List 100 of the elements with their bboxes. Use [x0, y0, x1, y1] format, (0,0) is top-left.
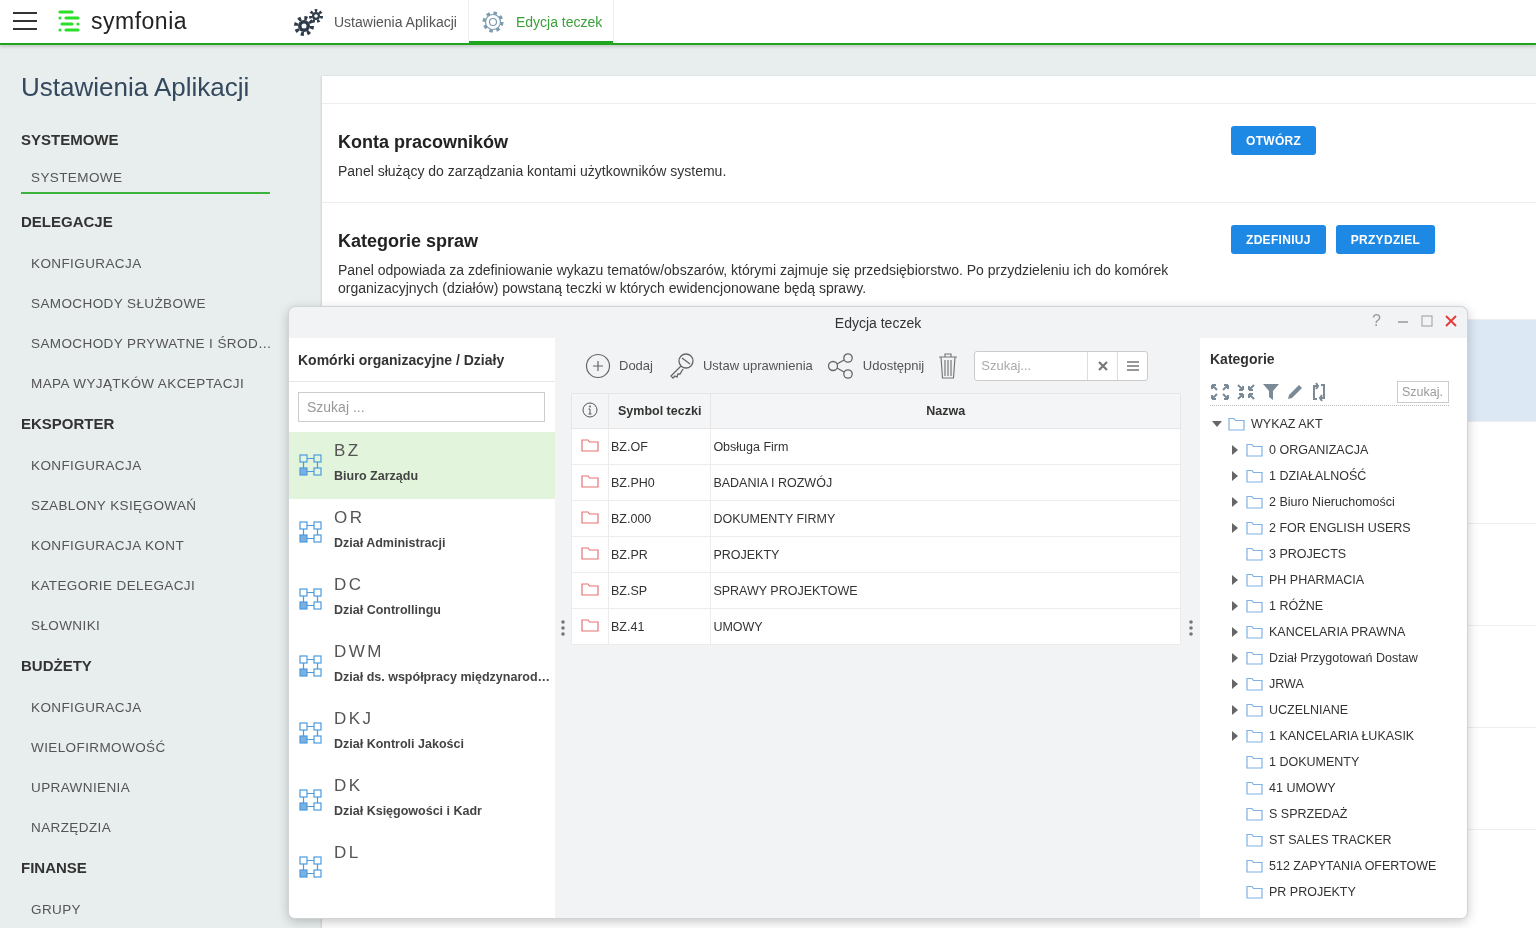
unit-name: Biuro Zarządu	[334, 469, 419, 483]
folder-icon	[1246, 469, 1263, 483]
sidebar-item[interactable]: SYSTEMOWE	[21, 161, 270, 194]
tree-item[interactable]: 1 DOKUMENTY	[1269, 755, 1360, 769]
tree-item[interactable]: 1 DZIAŁALNOŚĆ	[1269, 469, 1367, 483]
column-header[interactable]: Nazwa	[710, 393, 1181, 429]
close-icon[interactable]	[1445, 315, 1457, 327]
filter-icon[interactable]	[1262, 383, 1280, 401]
splitter-handle[interactable]	[561, 620, 565, 636]
caret-right-icon[interactable]	[1232, 471, 1238, 481]
tree-item[interactable]: 0 ORGANIZACJA	[1269, 443, 1369, 457]
sidebar-item[interactable]: SAMOCHODY PRYWATNE I ŚROD…	[21, 323, 270, 363]
folder-icon	[581, 474, 599, 488]
caret-right-icon[interactable]	[1232, 679, 1238, 689]
org-chart-icon	[299, 453, 323, 477]
folder-icon	[1246, 521, 1263, 535]
folder-icon	[1246, 833, 1263, 847]
folder-icon	[1246, 443, 1263, 457]
sidebar-item[interactable]: NARZĘDZIA	[21, 807, 270, 847]
org-chart-icon	[299, 587, 323, 611]
sidebar-item[interactable]: WIELOFIRMOWOŚĆ	[21, 727, 270, 767]
folder-icon	[581, 510, 599, 524]
tree-item[interactable]: JRWA	[1269, 677, 1304, 691]
panel-title: Kategorie	[1210, 351, 1275, 367]
search-field[interactable]: Szukaj...	[974, 350, 1149, 381]
sidebar-item[interactable]: SZABLONY KSIĘGOWAŃ	[21, 485, 270, 525]
tree-item[interactable]: Dział Przygotowań Dostaw	[1269, 651, 1418, 665]
unit-list-item[interactable]: BZ Biuro Zarządu	[289, 432, 555, 499]
table-cell: BZ.OF	[608, 428, 711, 465]
caret-right-icon[interactable]	[1232, 705, 1238, 715]
unit-code: DC	[334, 575, 365, 595]
unit-name: Dział Controllingu	[334, 603, 441, 617]
action-button[interactable]: ZDEFINIUJ	[1231, 225, 1326, 254]
sidebar-item[interactable]: MAPA WYJĄTKÓW AKCEPTACJI	[21, 363, 270, 403]
tree-item[interactable]: 2 FOR ENGLISH USERS	[1269, 521, 1411, 535]
tree-item[interactable]: 41 UMOWY	[1269, 781, 1336, 795]
tree-item[interactable]: KANCELARIA PRAWNA	[1269, 625, 1406, 639]
sidebar-item[interactable]: KONFIGURACJA	[21, 687, 270, 727]
folder-icon	[1246, 547, 1263, 561]
unit-name: Dział Księgowości i Kadr	[334, 804, 482, 818]
caret-right-icon[interactable]	[1232, 497, 1238, 507]
caret-right-icon[interactable]	[1232, 445, 1238, 455]
tree-item[interactable]: PH PHARMACIA	[1269, 573, 1365, 587]
collapse-icon[interactable]	[1236, 383, 1256, 401]
share-button[interactable]: Udostępnij	[824, 352, 927, 379]
unit-name: Dział ds. współpracy międzynarod…	[334, 670, 551, 684]
caret-right-icon[interactable]	[1232, 627, 1238, 637]
sidebar-item[interactable]: KATEGORIE DELEGACJI	[21, 565, 270, 605]
column-header[interactable]: Symbol teczki	[608, 393, 711, 429]
tree-item[interactable]: 1 KANCELARIA ŁUKASIK	[1269, 729, 1415, 743]
logo-icon	[57, 8, 81, 35]
org-chart-icon	[299, 520, 323, 544]
search-field[interactable]: Szukaj ...	[298, 392, 545, 422]
expand-icon[interactable]	[1210, 383, 1230, 401]
add-button[interactable]: Dodaj	[583, 352, 655, 379]
sidebar-group-label: BUDŻETY	[21, 657, 92, 675]
tree-item[interactable]: ST SALES TRACKER	[1269, 833, 1392, 847]
unit-code: BZ	[334, 441, 362, 461]
folder-icon	[581, 438, 599, 452]
table-cell: UMOWY	[710, 608, 1181, 645]
tree-item[interactable]: UCZELNIANE	[1269, 703, 1349, 717]
unit-code: DK	[334, 776, 364, 796]
sidebar-item[interactable]: UPRAWNIENIA	[21, 767, 270, 807]
tree-item[interactable]: WYKAZ AKT	[1251, 417, 1323, 431]
tree-item[interactable]: S SPRZEDAŻ	[1269, 807, 1348, 821]
tree-item[interactable]: PR PROJEKTY	[1269, 885, 1356, 899]
table-cell: BZ.41	[608, 608, 711, 645]
permissions-button[interactable]: Ustaw uprawnienia	[664, 351, 815, 380]
org-chart-icon	[299, 721, 323, 745]
search-field[interactable]: Szukaj..	[1397, 381, 1449, 403]
tree-item[interactable]: 512 ZAPYTANIA OFERTOWE	[1269, 859, 1437, 873]
caret-right-icon[interactable]	[1232, 523, 1238, 533]
sidebar-item[interactable]: KONFIGURACJA	[21, 243, 270, 283]
action-button[interactable]: PRZYDZIEL	[1335, 225, 1436, 254]
table-cell: BZ.PR	[608, 536, 711, 573]
caret-right-icon[interactable]	[1232, 731, 1238, 741]
sidebar-group-label: DELEGACJE	[21, 213, 113, 231]
sidebar-item[interactable]: SŁOWNIKI	[21, 605, 270, 645]
tree-item[interactable]: 3 PROJECTS	[1269, 547, 1347, 561]
tree-item[interactable]: 1 RÓŻNE	[1269, 599, 1324, 613]
sidebar-item[interactable]: KONFIGURACJA KONT	[21, 525, 270, 565]
splitter-handle[interactable]	[1188, 620, 1193, 636]
action-button[interactable]: OTWÓRZ	[1231, 126, 1317, 155]
tab[interactable]: Ustawienia Aplikacji	[283, 0, 468, 43]
search-input[interactable]: Szukaj...	[975, 351, 1088, 380]
caret-right-icon[interactable]	[1232, 575, 1238, 585]
info-icon	[582, 401, 598, 418]
caret-right-icon[interactable]	[1232, 601, 1238, 611]
sidebar-item[interactable]: SAMOCHODY SŁUŻBOWE	[21, 283, 270, 323]
pencil-icon[interactable]	[1286, 383, 1304, 401]
tree-item[interactable]: 2 Biuro Nieruchomości	[1269, 495, 1395, 509]
sidebar-item[interactable]: GRUPY	[21, 889, 270, 928]
sidebar-group-label: SYSTEMOWE	[21, 131, 119, 149]
refresh-icon[interactable]	[1310, 382, 1328, 402]
caret-right-icon[interactable]	[1232, 653, 1238, 663]
sidebar-item[interactable]: KONFIGURACJA	[21, 445, 270, 485]
card-description: Panel odpowiada za zdefiniowanie wykazu tematów/obszarów, którymi zajmuje się przedsiębiorstwo. Po przydzieleniu ich do komórek organizacyjnych (działów) powstaną teczki w których ewidencjonowane będą sprawy.	[338, 261, 1170, 297]
menu-icon[interactable]	[12, 11, 38, 31]
org-chart-icon	[299, 654, 323, 678]
card-title: Kategorie spraw	[338, 231, 479, 252]
